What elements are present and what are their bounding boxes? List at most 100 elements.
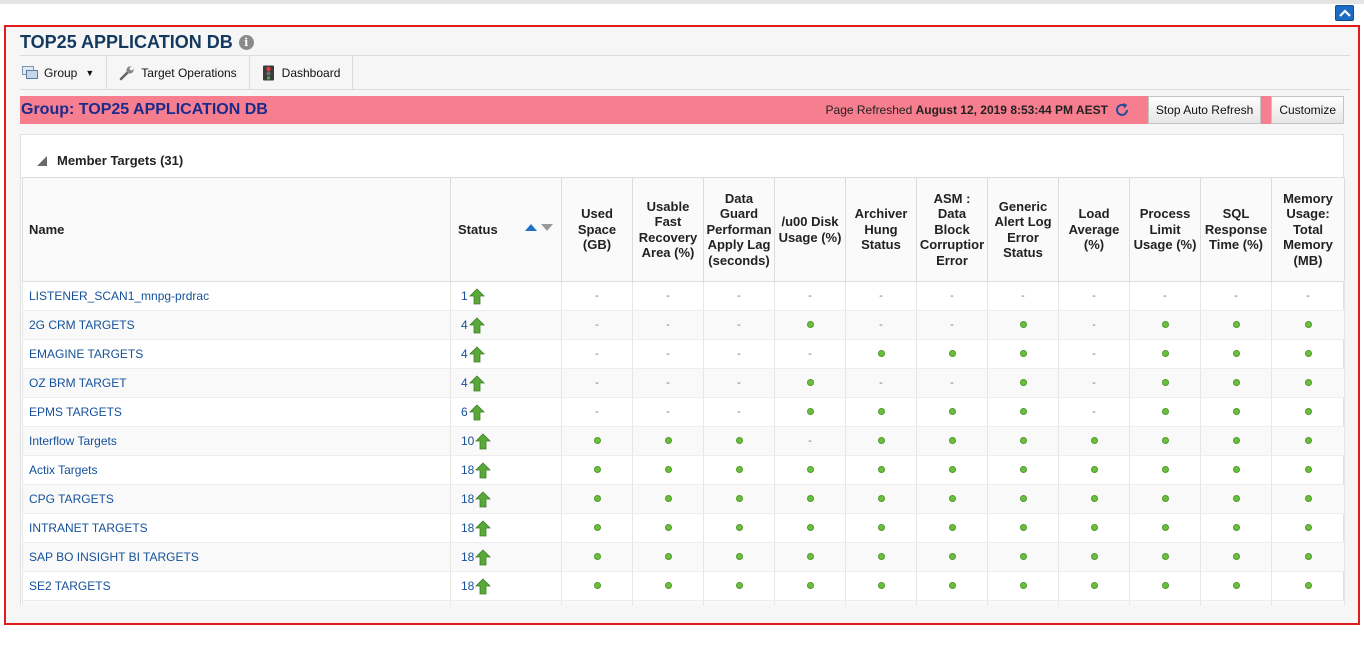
column-header-process-limit[interactable]: Process Limit Usage (%) [1129,177,1201,282]
column-header-usable-fra[interactable]: Usable Fast Recovery Area (%) [632,177,704,282]
status-ok-dot-icon[interactable] [1090,466,1098,473]
target-name-link[interactable]: 2G CRM TARGETS [29,318,135,332]
status-ok-dot-icon[interactable] [948,582,956,589]
status-ok-dot-icon[interactable] [1019,350,1027,357]
status-ok-dot-icon[interactable] [1161,321,1169,328]
status-ok-dot-icon[interactable] [1161,437,1169,444]
status-ok-dot-icon[interactable] [806,379,814,386]
status-ok-dot-icon[interactable] [1019,321,1027,328]
status-ok-dot-icon[interactable] [1090,495,1098,502]
customize-button[interactable]: Customize [1271,96,1344,124]
status-ok-dot-icon[interactable] [1019,466,1027,473]
dashboard-button[interactable]: Dashboard [250,55,354,90]
disclosure-triangle-icon[interactable] [37,155,47,166]
status-ok-dot-icon[interactable] [877,466,885,473]
status-ok-dot-icon[interactable] [806,321,814,328]
info-icon[interactable]: i [238,34,254,50]
status-ok-dot-icon[interactable] [1304,379,1312,386]
status-ok-dot-icon[interactable] [948,524,956,531]
column-header-sql-response[interactable]: SQL Response Time (%) [1200,177,1272,282]
target-name-link[interactable]: LISTENER_SCAN1_mnpg-prdrac [29,289,209,303]
status-up-link[interactable]: 6 [461,403,485,421]
status-ok-dot-icon[interactable] [877,408,885,415]
status-ok-dot-icon[interactable] [1304,553,1312,560]
column-header-u00-disk[interactable]: /u00 Disk Usage (%) [774,177,846,282]
status-up-link[interactable]: 4 [461,316,485,334]
status-ok-dot-icon[interactable] [664,437,672,444]
status-ok-dot-icon[interactable] [593,495,601,502]
status-ok-dot-icon[interactable] [877,553,885,560]
status-ok-dot-icon[interactable] [1232,495,1240,502]
status-ok-dot-icon[interactable] [1019,437,1027,444]
stop-auto-refresh-button[interactable]: Stop Auto Refresh [1147,96,1262,124]
status-ok-dot-icon[interactable] [735,524,743,531]
status-ok-dot-icon[interactable] [1232,582,1240,589]
refresh-icon[interactable] [1114,102,1130,118]
column-header-asm-corruption[interactable]: ASM : Data Block Corruptior Error [916,177,988,282]
status-ok-dot-icon[interactable] [1232,466,1240,473]
status-ok-dot-icon[interactable] [664,524,672,531]
status-ok-dot-icon[interactable] [806,582,814,589]
status-ok-dot-icon[interactable] [1161,524,1169,531]
status-ok-dot-icon[interactable] [1019,553,1027,560]
status-ok-dot-icon[interactable] [593,553,601,560]
collapse-button[interactable] [1335,5,1354,21]
column-header-name[interactable]: Name [22,177,451,282]
status-ok-dot-icon[interactable] [1232,553,1240,560]
status-ok-dot-icon[interactable] [1019,495,1027,502]
status-ok-dot-icon[interactable] [1019,524,1027,531]
status-ok-dot-icon[interactable] [948,350,956,357]
status-ok-dot-icon[interactable] [877,582,885,589]
status-ok-dot-icon[interactable] [806,495,814,502]
status-ok-dot-icon[interactable] [1304,524,1312,531]
status-up-link[interactable]: 4 [461,374,485,392]
status-ok-dot-icon[interactable] [1019,582,1027,589]
status-ok-dot-icon[interactable] [664,553,672,560]
status-ok-dot-icon[interactable] [1232,321,1240,328]
sort-controls[interactable] [525,224,553,231]
status-ok-dot-icon[interactable] [664,582,672,589]
status-ok-dot-icon[interactable] [948,437,956,444]
status-ok-dot-icon[interactable] [735,466,743,473]
target-name-link[interactable]: EPMS TARGETS [29,405,122,419]
status-up-link[interactable]: 1 [461,287,485,305]
target-name-link[interactable]: EMAGINE TARGETS [29,347,143,361]
status-ok-dot-icon[interactable] [735,495,743,502]
status-ok-dot-icon[interactable] [877,437,885,444]
status-ok-dot-icon[interactable] [664,495,672,502]
status-ok-dot-icon[interactable] [1019,379,1027,386]
status-ok-dot-icon[interactable] [1304,495,1312,502]
column-header-dg-lag[interactable]: Data Guard Performan Apply Lag (seconds) [703,177,775,282]
target-name-link[interactable]: OZ BRM TARGET [29,376,127,390]
target-operations-button[interactable]: Target Operations [107,55,250,90]
column-header-used-space[interactable]: Used Space (GB) [561,177,633,282]
status-ok-dot-icon[interactable] [1019,408,1027,415]
status-ok-dot-icon[interactable] [1304,321,1312,328]
status-ok-dot-icon[interactable] [593,524,601,531]
status-ok-dot-icon[interactable] [1090,582,1098,589]
status-ok-dot-icon[interactable] [877,350,885,357]
status-ok-dot-icon[interactable] [877,524,885,531]
status-ok-dot-icon[interactable] [1161,408,1169,415]
member-targets-header[interactable]: Member Targets (31) [37,153,183,168]
target-name-link[interactable]: CPG TARGETS [29,492,114,506]
target-name-link[interactable]: SAP BO INSIGHT BI TARGETS [29,550,199,564]
target-name-link[interactable]: INTRANET TARGETS [29,521,148,535]
status-ok-dot-icon[interactable] [806,553,814,560]
status-ok-dot-icon[interactable] [1090,524,1098,531]
status-ok-dot-icon[interactable] [1161,495,1169,502]
status-ok-dot-icon[interactable] [1232,408,1240,415]
status-ok-dot-icon[interactable] [1304,466,1312,473]
status-up-link[interactable]: 18 [461,461,492,479]
status-ok-dot-icon[interactable] [948,495,956,502]
status-ok-dot-icon[interactable] [1304,437,1312,444]
status-ok-dot-icon[interactable] [735,553,743,560]
target-name-link[interactable]: Interflow Targets [29,434,117,448]
status-ok-dot-icon[interactable] [593,437,601,444]
status-ok-dot-icon[interactable] [1304,408,1312,415]
status-ok-dot-icon[interactable] [593,582,601,589]
status-ok-dot-icon[interactable] [1161,466,1169,473]
status-up-link[interactable]: 18 [461,577,492,595]
status-ok-dot-icon[interactable] [1161,582,1169,589]
target-name-link[interactable]: Actix Targets [29,463,97,477]
